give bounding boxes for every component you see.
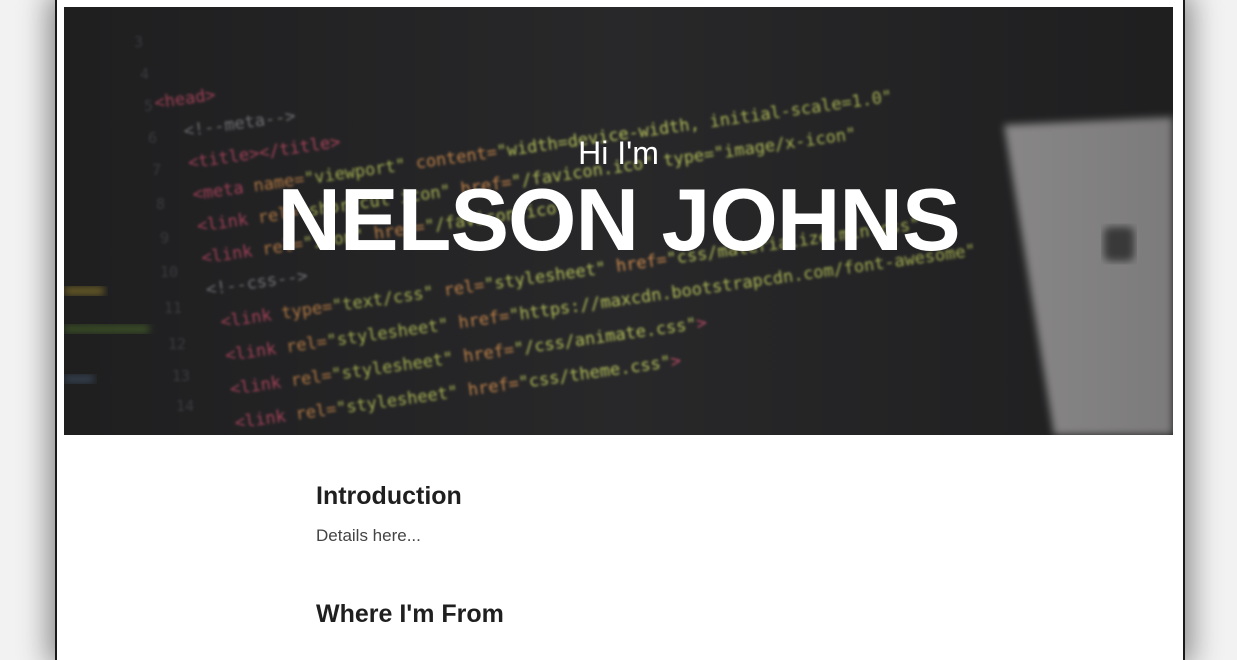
- hero-text-overlay: Hi I'm NELSON JOHNS: [64, 7, 1173, 435]
- page-container: 3 4 5 6 7 8 9 10 11 12 13 14 <head> <!--…: [55, 0, 1185, 660]
- section-body: Details here...: [316, 526, 421, 545]
- hero-name: NELSON JOHNS: [277, 170, 960, 269]
- main-content: Introduction Details here... Where I'm F…: [316, 480, 1016, 630]
- section-where-from: Where I'm From: [316, 598, 1016, 630]
- section-title: Introduction: [316, 482, 462, 510]
- section-title: Where I'm From: [316, 600, 504, 628]
- hero-greeting: Hi I'm: [578, 135, 659, 171]
- hero-banner: 3 4 5 6 7 8 9 10 11 12 13 14 <head> <!--…: [64, 7, 1173, 435]
- section-introduction: Introduction Details here...: [316, 480, 1016, 548]
